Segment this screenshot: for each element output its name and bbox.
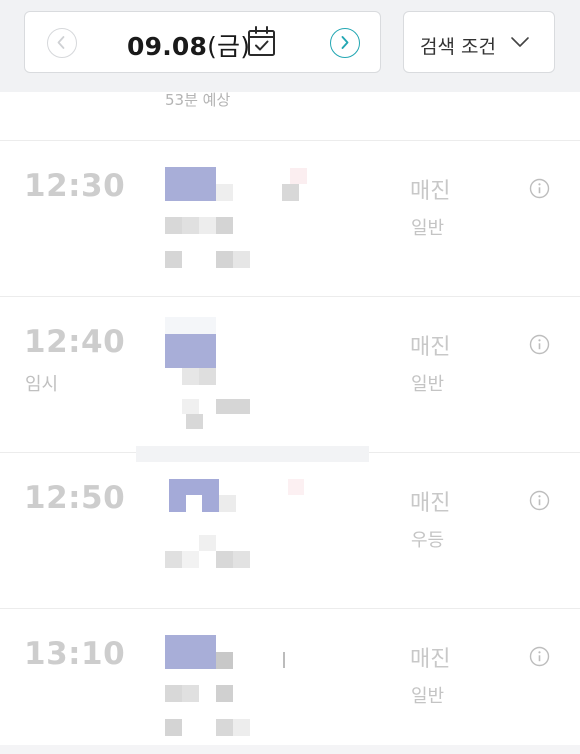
departure-time: 12:50	[24, 480, 126, 516]
info-icon[interactable]	[529, 178, 550, 199]
info-icon[interactable]	[529, 334, 550, 355]
top-bar: 09.08(금) 검색 조건	[0, 0, 580, 92]
selected-date[interactable]: 09.08(금)	[127, 27, 250, 63]
search-conditions-label: 검색 조건	[420, 36, 496, 58]
seat-status: 매진	[410, 179, 451, 204]
bus-grade: 일반	[411, 686, 445, 707]
seat-status: 매진	[410, 491, 451, 516]
prev-date-button[interactable]	[47, 28, 77, 58]
search-conditions-button[interactable]: 검색 조건	[403, 11, 555, 73]
row-divider	[0, 296, 580, 297]
date-value: 09.08	[127, 32, 208, 61]
weekday-label: (금)	[207, 32, 251, 61]
chevron-down-icon	[511, 37, 529, 47]
departure-time: 12:40	[24, 324, 126, 360]
row-divider	[0, 608, 580, 609]
calendar-check-icon[interactable]	[247, 26, 277, 57]
redacted-bar	[136, 446, 369, 462]
bus-grade: 일반	[411, 374, 445, 395]
seat-status: 매진	[410, 647, 451, 672]
departure-time: 12:30	[24, 168, 126, 204]
bottom-strip	[0, 745, 580, 754]
chevron-left-icon	[57, 36, 65, 49]
duration-estimate: 53분 예상	[165, 91, 231, 109]
date-selector: 09.08(금)	[24, 11, 381, 73]
seat-status: 매진	[410, 335, 451, 360]
info-icon[interactable]	[529, 646, 550, 667]
chevron-right-icon	[341, 36, 349, 49]
next-date-button[interactable]	[330, 28, 360, 58]
departure-time: 13:10	[24, 636, 126, 672]
bus-grade: 우등	[411, 530, 445, 551]
bus-grade: 일반	[411, 218, 445, 239]
info-icon[interactable]	[529, 490, 550, 511]
schedule-note: 임시	[25, 374, 59, 395]
row-divider	[0, 140, 580, 141]
